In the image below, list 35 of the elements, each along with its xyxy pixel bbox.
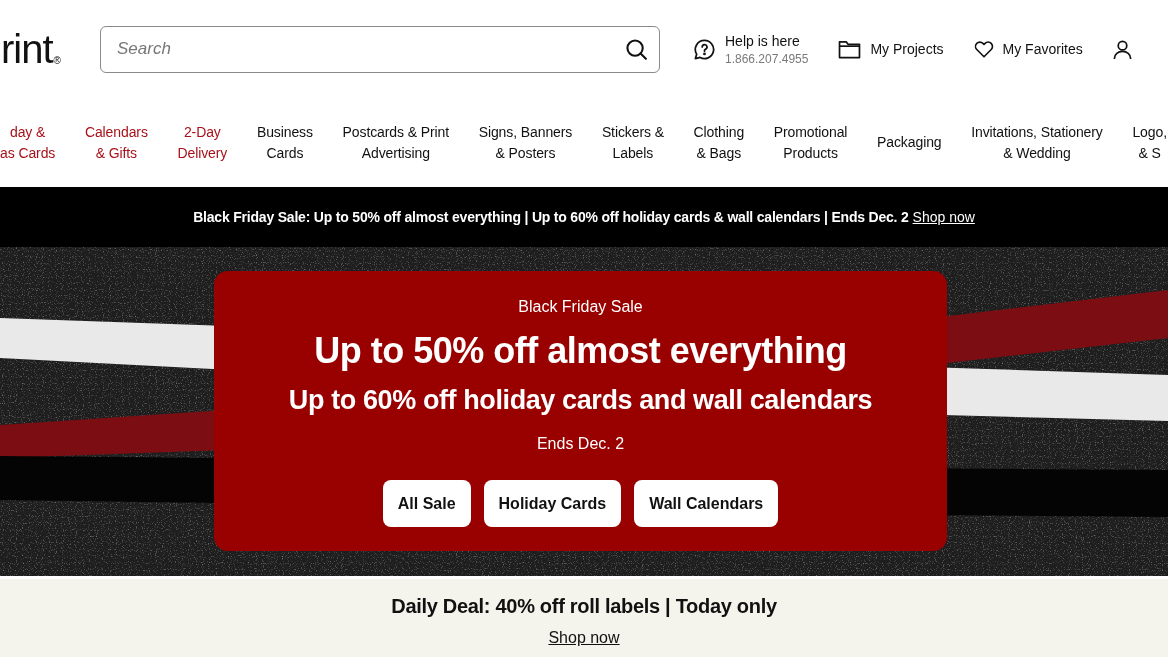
category-link[interactable]: Signs, Banners & Posters bbox=[478, 121, 573, 164]
category-link[interactable]: Calendars & Gifts bbox=[84, 121, 148, 164]
help-icon bbox=[693, 37, 716, 61]
category-link[interactable]: Clothing & Bags bbox=[693, 121, 745, 164]
shop-now-link[interactable]: Shop now bbox=[912, 209, 975, 225]
sale-subheadline: Up to 60% off holiday cards and wall calendars bbox=[288, 385, 873, 415]
category-link[interactable]: Invitations, Stationery & Wedding bbox=[971, 121, 1103, 164]
logo[interactable]: rint® bbox=[0, 29, 66, 69]
category-link[interactable]: Business Cards bbox=[256, 121, 313, 164]
category-link[interactable]: 2-Day Delivery bbox=[177, 121, 228, 164]
folder-icon bbox=[838, 39, 862, 59]
search-field[interactable]: Search bbox=[100, 25, 660, 73]
phone-number: 1.866.207.4955 bbox=[725, 51, 809, 66]
category-link[interactable]: Promotional Products bbox=[773, 121, 848, 164]
account-button[interactable] bbox=[1112, 39, 1132, 59]
help-link[interactable]: Help is here bbox=[725, 32, 809, 49]
sale-category-button[interactable]: Wall Calendars bbox=[634, 480, 779, 527]
daily-deal-text: Daily Deal: 40% off roll labels | Today only bbox=[391, 594, 777, 619]
heart-icon bbox=[973, 40, 994, 58]
sale-end-date: Ends Dec. 2 bbox=[536, 434, 625, 454]
person-icon bbox=[1112, 39, 1132, 59]
sale-eyebrow: Black Friday Sale bbox=[518, 297, 643, 317]
category-link[interactable]: day & as Cards bbox=[0, 121, 56, 164]
search-icon[interactable] bbox=[626, 38, 647, 60]
projects-link[interactable]: My Projects bbox=[838, 39, 944, 59]
sale-category-button[interactable]: All Sale bbox=[382, 480, 471, 527]
category-link[interactable]: Packaging bbox=[877, 132, 942, 153]
sale-headline: Up to 50% off almost everything bbox=[314, 331, 847, 371]
promo-text: Black Friday Sale: Up to 50% off almost everything | Up to 60% off holiday cards & wall calendars | Ends Dec. 2 bbox=[193, 209, 909, 225]
category-link[interactable]: Logo, & S bbox=[1132, 121, 1167, 164]
shop-now-link[interactable]: Shop now bbox=[548, 628, 620, 648]
sale-category-button[interactable]: Holiday Cards bbox=[483, 480, 622, 527]
category-link[interactable]: Postcards & Print Advertising bbox=[342, 121, 449, 164]
favorites-link[interactable]: My Favorites bbox=[973, 40, 1083, 58]
category-link[interactable]: Stickers & Labels bbox=[601, 121, 664, 164]
